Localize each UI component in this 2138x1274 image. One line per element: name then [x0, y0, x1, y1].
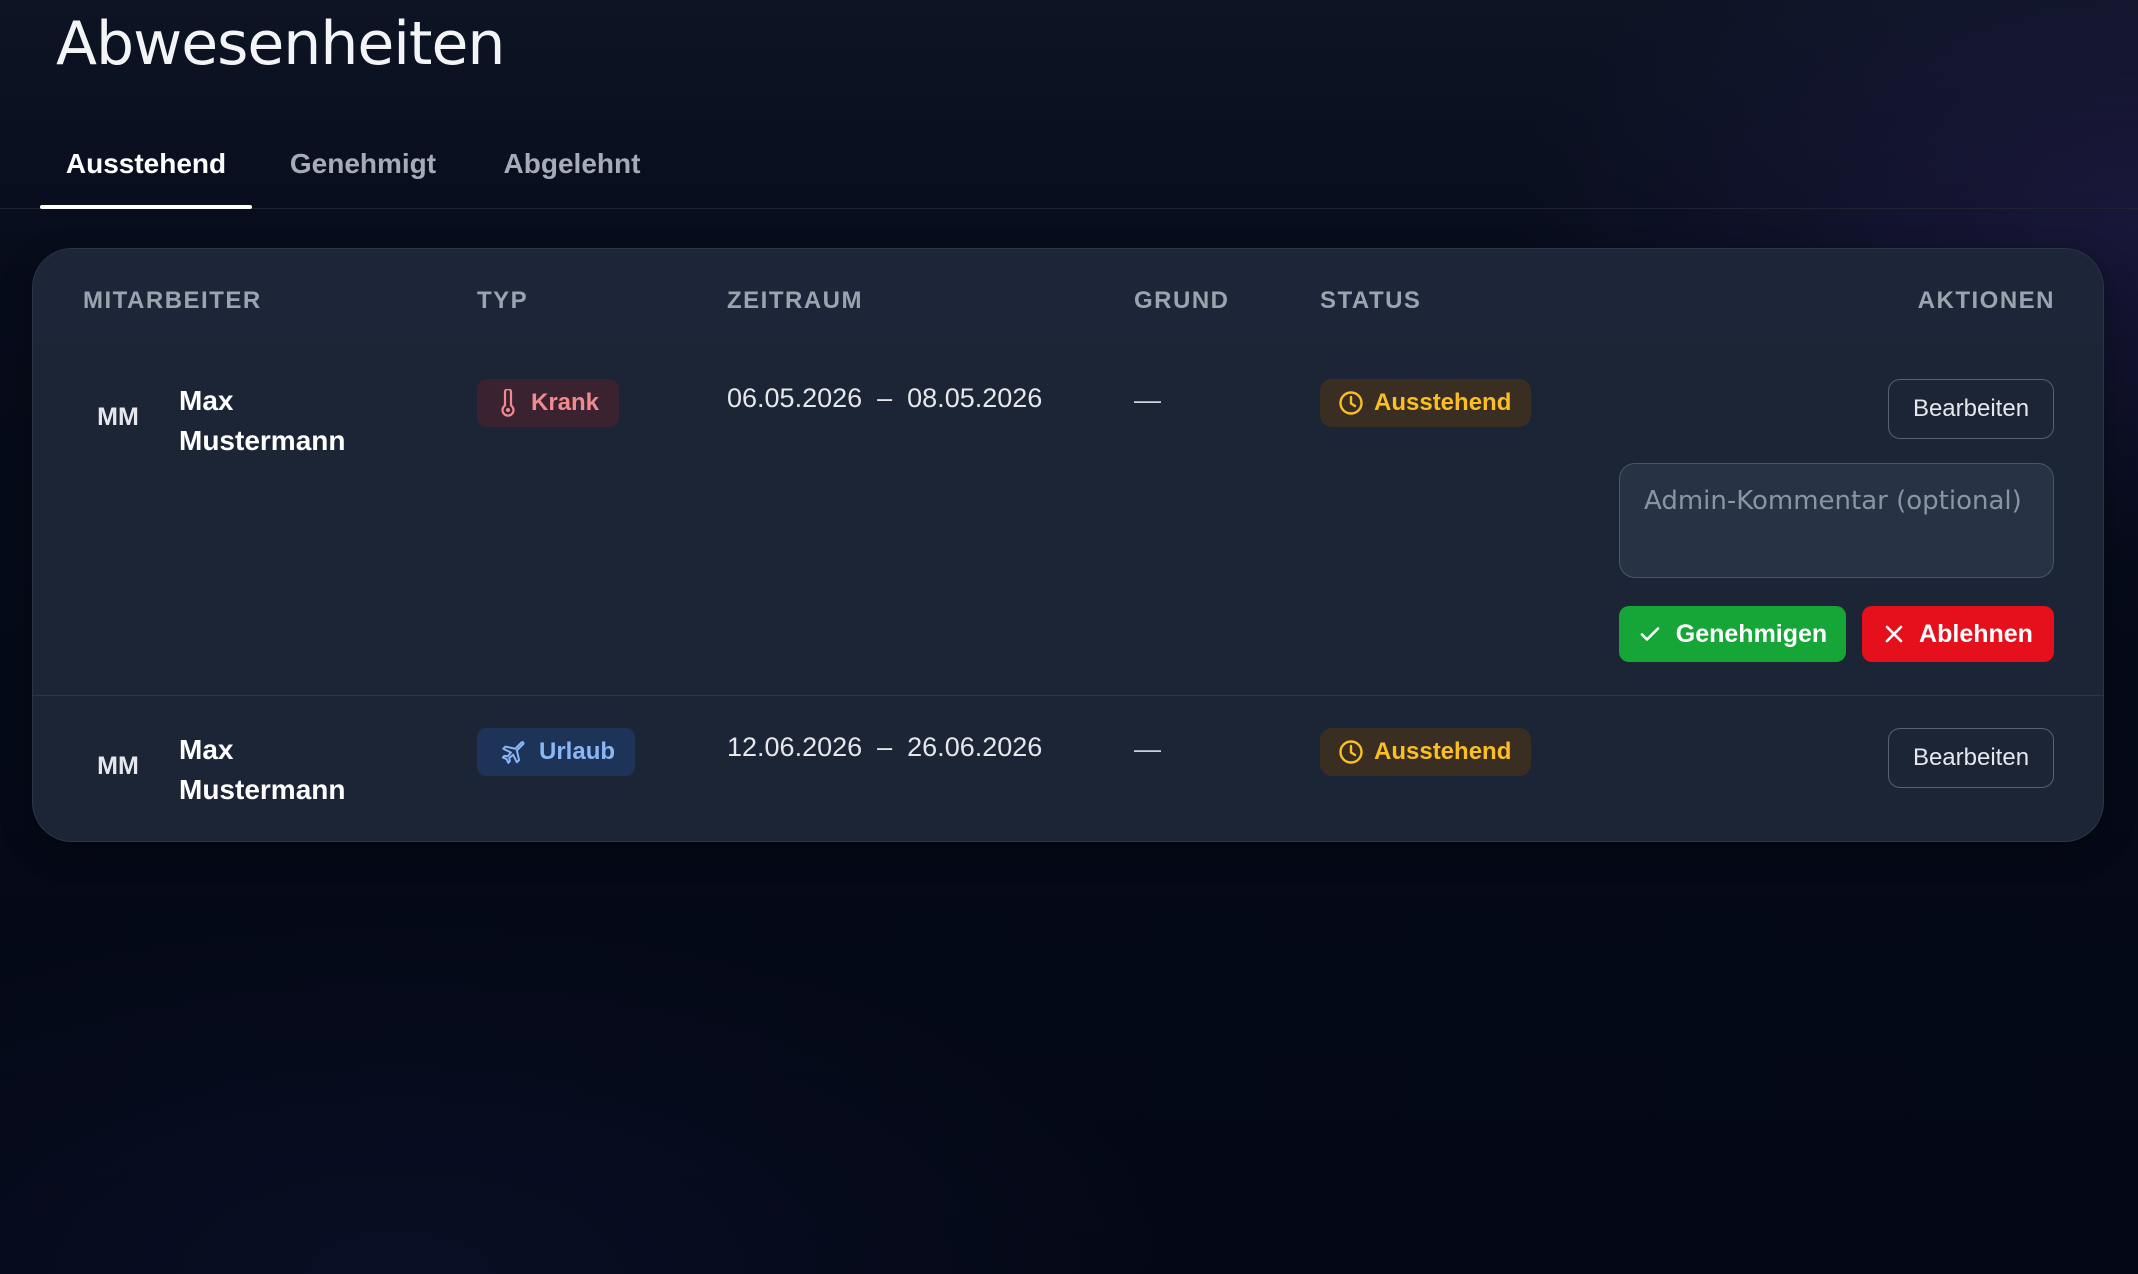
- tab-abgelehnt[interactable]: Abgelehnt: [492, 136, 652, 208]
- column-header-mitarbeiter: MITARBEITER: [83, 287, 262, 314]
- status-label: Ausstehend: [1374, 738, 1512, 765]
- tab-ausstehend[interactable]: Ausstehend: [40, 136, 252, 209]
- status-tabs: Ausstehend Genehmigt Abgelehnt: [0, 136, 2138, 209]
- close-icon: [1883, 623, 1905, 645]
- column-header-status: STATUS: [1320, 287, 1422, 314]
- reject-label: Ablehnen: [1919, 619, 2033, 648]
- approve-button[interactable]: Genehmigen: [1619, 606, 1846, 662]
- airplane-icon: [499, 739, 525, 765]
- employee-name: Max Mustermann: [179, 734, 346, 805]
- clock-icon: [1338, 739, 1364, 765]
- avatar: MM: [97, 403, 139, 431]
- status-label: Ausstehend: [1374, 389, 1512, 416]
- type-label: Krank: [531, 389, 600, 416]
- employee-name: Max Mustermann: [179, 385, 346, 456]
- column-header-grund: GRUND: [1134, 287, 1230, 314]
- avatar: MM: [97, 752, 139, 780]
- table-header: MITARBEITER TYP ZEITRAUM GRUND STATUS AK…: [33, 249, 2103, 345]
- thermometer-icon: [499, 389, 517, 417]
- column-header-typ: TYP: [477, 287, 529, 314]
- status-badge: Ausstehend: [1320, 379, 1532, 427]
- date-range: 12.06.2026 – 26.06.2026: [727, 732, 1043, 762]
- admin-comment-input[interactable]: [1619, 463, 2054, 578]
- reason-value: —: [1134, 734, 1161, 764]
- type-badge-urlaub: Urlaub: [477, 728, 636, 776]
- reject-button[interactable]: Ablehnen: [1862, 606, 2054, 662]
- check-icon: [1638, 622, 1662, 646]
- status-badge: Ausstehend: [1320, 728, 1532, 776]
- absences-table: MITARBEITER TYP ZEITRAUM GRUND STATUS AK…: [32, 248, 2104, 842]
- page-title: Abwesenheiten: [56, 9, 505, 79]
- edit-button[interactable]: Bearbeiten: [1888, 728, 2054, 788]
- date-range: 06.05.2026 – 08.05.2026: [727, 383, 1043, 413]
- type-label: Urlaub: [539, 738, 616, 765]
- edit-button[interactable]: Bearbeiten: [1888, 379, 2054, 439]
- type-badge-krank: Krank: [477, 379, 620, 427]
- reason-value: —: [1134, 385, 1161, 415]
- tab-genehmigt[interactable]: Genehmigt: [278, 136, 448, 208]
- clock-icon: [1338, 390, 1364, 416]
- row-divider: [33, 695, 2103, 696]
- column-header-aktionen: AKTIONEN: [1917, 287, 2055, 314]
- approve-label: Genehmigen: [1675, 619, 1828, 648]
- column-header-zeitraum: ZEITRAUM: [727, 287, 863, 314]
